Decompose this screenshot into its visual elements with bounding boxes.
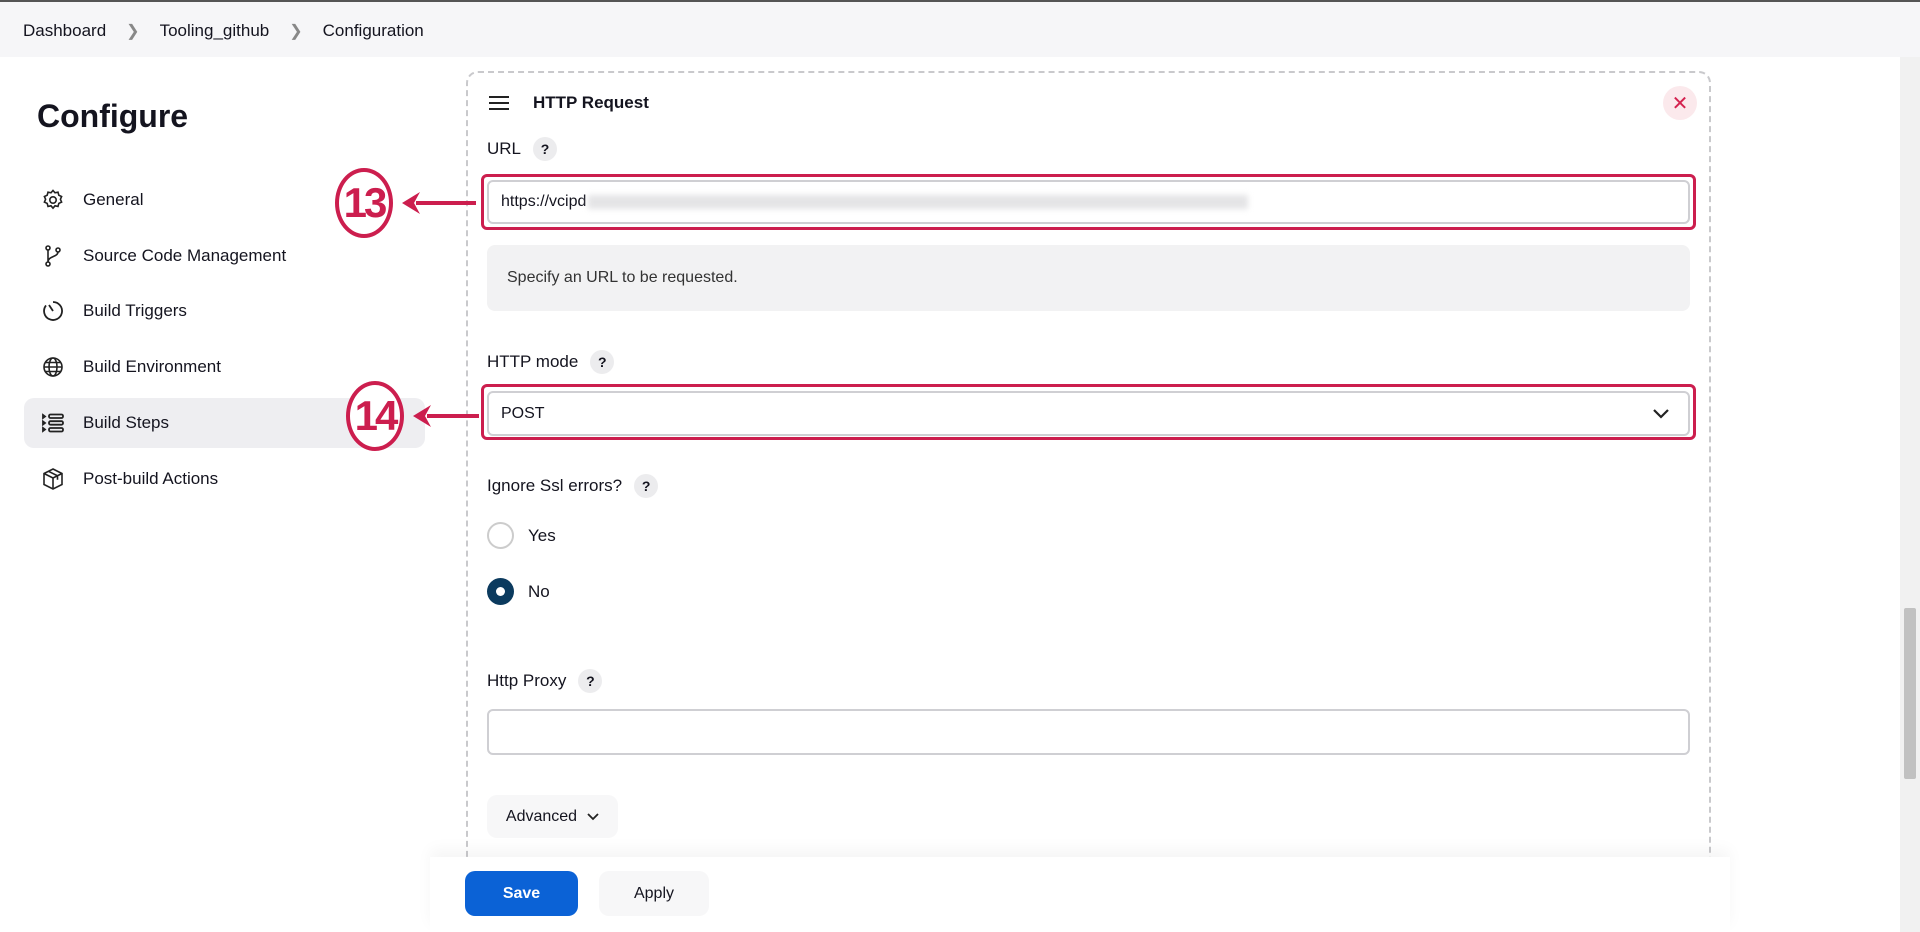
radio-label: No	[528, 581, 550, 601]
url-label: URL ?	[487, 137, 558, 161]
redacted-url	[588, 195, 1249, 209]
http-proxy-label-text: Http Proxy	[487, 671, 567, 690]
sidebar-item-label: Build Environment	[83, 357, 221, 376]
arrow-left-icon	[402, 192, 476, 214]
radio-button[interactable]	[487, 522, 514, 549]
globe-icon	[43, 357, 63, 377]
help-icon[interactable]: ?	[578, 669, 603, 693]
scrollbar[interactable]	[1900, 57, 1920, 932]
sidebar-item-label: Source Code Management	[83, 246, 287, 265]
drag-handle-icon[interactable]	[489, 94, 509, 110]
help-icon[interactable]: ?	[590, 350, 615, 374]
step-title: HTTP Request	[533, 93, 649, 112]
sidebar-item-label: Build Triggers	[83, 301, 187, 320]
page-title: Configure	[37, 98, 189, 134]
gear-icon	[43, 189, 63, 210]
scrollbar-thumb[interactable]	[1904, 608, 1916, 779]
breadcrumb-project[interactable]: Tooling_github	[160, 21, 270, 41]
sidebar-item-label: Build Steps	[83, 413, 169, 432]
breadcrumb-bar: Dashboard ❯ Tooling_github ❯ Configurati…	[0, 0, 1920, 57]
close-icon[interactable]: ✕	[1663, 86, 1697, 120]
http-mode-label-text: HTTP mode	[487, 352, 579, 371]
chevron-right-icon: ❯	[289, 23, 303, 40]
http-proxy-input[interactable]	[487, 709, 1690, 755]
branch-icon	[45, 245, 61, 267]
breadcrumb: Dashboard ❯ Tooling_github ❯ Configurati…	[23, 21, 424, 41]
chevron-right-icon: ❯	[126, 23, 140, 40]
radio-yes[interactable]: Yes	[487, 522, 556, 549]
sidebar-item-label: Post-build Actions	[83, 469, 219, 488]
advanced-label: Advanced	[505, 807, 578, 825]
breadcrumb-dashboard[interactable]: Dashboard	[23, 21, 106, 41]
advanced-button[interactable]: Advanced	[487, 795, 618, 838]
save-button[interactable]: Save	[465, 871, 578, 916]
ignore-ssl-label-text: Ignore Ssl errors?	[487, 476, 623, 495]
timer-icon	[43, 301, 63, 321]
sidebar-item-build-triggers[interactable]: Build Triggers	[24, 286, 425, 336]
help-icon[interactable]: ?	[634, 474, 659, 498]
ignore-ssl-label: Ignore Ssl errors? ?	[487, 474, 659, 498]
url-label-text: URL	[487, 139, 522, 158]
list-icon	[42, 413, 64, 433]
apply-button[interactable]: Apply	[599, 871, 709, 916]
url-input[interactable]: https://vcipd	[487, 180, 1690, 224]
url-value: https://vcipd	[501, 193, 587, 210]
sidebar-item-label: General	[83, 190, 144, 209]
radio-button-selected[interactable]	[487, 578, 514, 605]
package-icon	[43, 468, 63, 490]
http-mode-select[interactable]: POST	[487, 391, 1690, 436]
annotation-13: 13	[335, 168, 393, 238]
url-help-text: Specify an URL to be requested.	[487, 245, 1690, 311]
arrow-left-icon	[413, 405, 479, 427]
annotation-14: 14	[346, 381, 404, 451]
sidebar-item-source-code-management[interactable]: Source Code Management	[24, 231, 425, 281]
http-proxy-label: Http Proxy ?	[487, 669, 603, 693]
chevron-down-icon	[1653, 409, 1669, 419]
breadcrumb-configuration[interactable]: Configuration	[323, 21, 424, 41]
http-mode-label: HTTP mode ?	[487, 350, 615, 374]
sidebar-item-post-build-actions[interactable]: Post-build Actions	[24, 454, 425, 504]
radio-label: Yes	[528, 525, 556, 545]
http-mode-value: POST	[501, 404, 545, 422]
chevron-down-icon	[587, 812, 599, 820]
help-icon[interactable]: ?	[533, 137, 558, 161]
radio-no[interactable]: No	[487, 578, 550, 605]
